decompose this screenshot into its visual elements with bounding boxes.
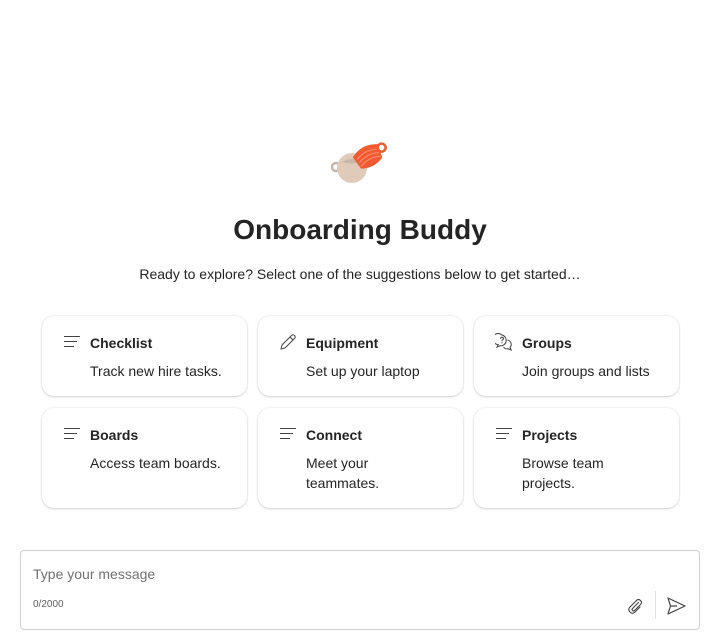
attach-icon[interactable] — [625, 596, 645, 616]
suggestion-card-boards[interactable]: Boards Access team boards. — [42, 408, 247, 508]
lines-icon — [280, 428, 296, 439]
suggestion-card-checklist[interactable]: Checklist Track new hire tasks. — [42, 316, 247, 396]
composer-divider — [655, 591, 656, 619]
lines-icon — [64, 428, 80, 439]
onboarding-buddy-logo-icon — [330, 142, 387, 183]
suggestion-title: Boards — [90, 427, 139, 443]
pencil-icon — [280, 334, 296, 350]
suggestion-card-projects[interactable]: Projects Browse team projects. — [474, 408, 679, 508]
suggestion-title: Groups — [522, 335, 572, 351]
suggestion-description: Meet your teammates. — [306, 455, 380, 491]
suggestion-title: Projects — [522, 427, 578, 443]
suggestion-title: Checklist — [90, 335, 153, 351]
message-input[interactable] — [33, 563, 673, 585]
suggestion-title: Connect — [306, 427, 362, 443]
suggestion-description: Browse team projects. — [522, 455, 604, 491]
message-composer: 0/2000 — [20, 550, 700, 630]
suggestion-card-equipment[interactable]: Equipment Set up your laptop — [258, 316, 463, 396]
suggestion-description: Set up your laptop — [306, 363, 420, 379]
suggestion-description: Access team boards. — [90, 455, 221, 471]
suggestion-card-groups[interactable]: Groups Join groups and lists — [474, 316, 679, 396]
suggestion-description: Join groups and lists — [522, 363, 650, 379]
suggestion-description: Track new hire tasks. — [90, 363, 222, 379]
chat-question-icon — [495, 333, 513, 351]
character-counter: 0/2000 — [33, 599, 64, 610]
suggestion-title: Equipment — [306, 335, 379, 351]
page-title: Onboarding Buddy — [233, 214, 487, 245]
lines-icon — [496, 428, 512, 439]
send-icon[interactable] — [665, 595, 687, 617]
suggestion-card-connect[interactable]: Connect Meet your teammates. — [258, 408, 463, 508]
page-subtitle: Ready to explore? Select one of the sugg… — [139, 266, 581, 282]
lines-icon — [64, 336, 80, 347]
